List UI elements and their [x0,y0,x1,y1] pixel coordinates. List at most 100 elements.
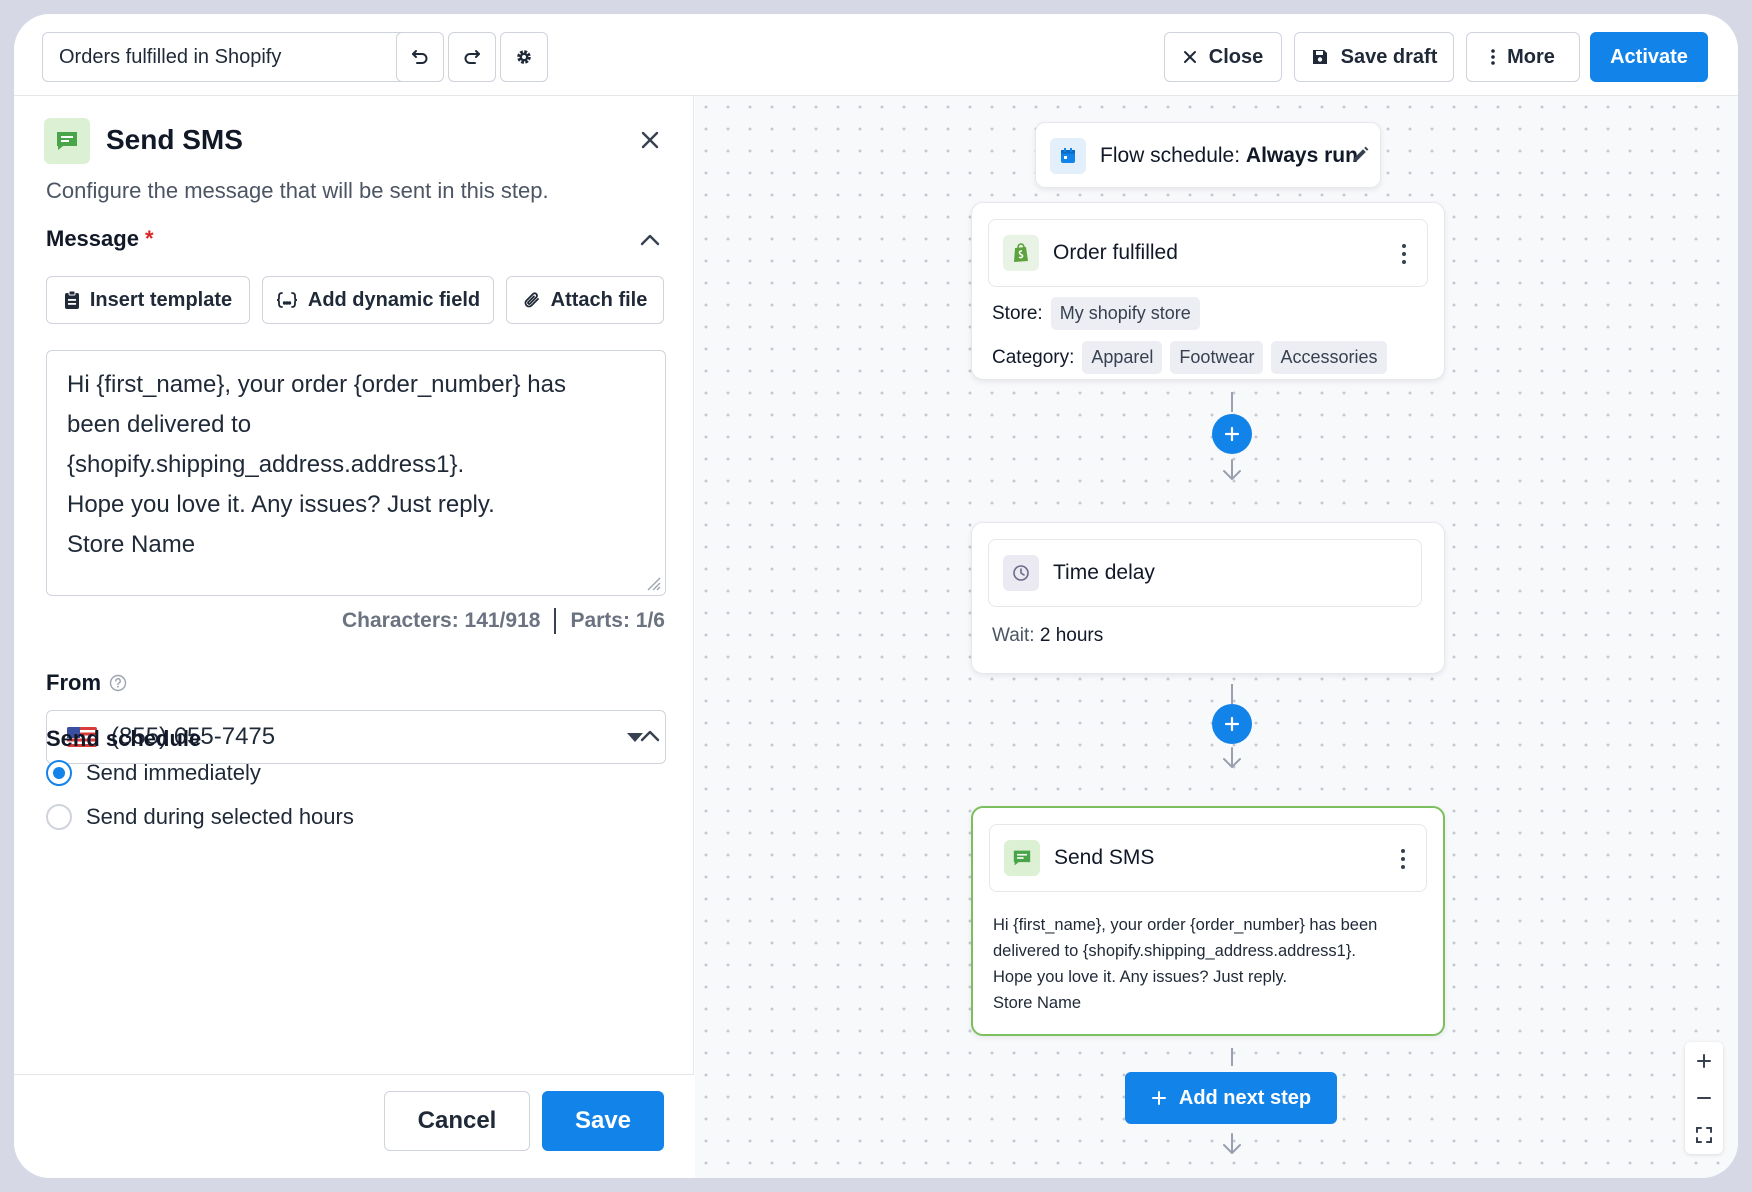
schedule-option-selected-hours[interactable]: Send during selected hours [46,804,354,830]
message-line: {shopify.shipping_address.address1}. [67,451,465,478]
pencil-icon[interactable] [1350,145,1370,165]
parts-count: Parts: 1/6 [570,609,665,632]
step-card-send-sms[interactable]: Send SMS Hi {first_name}, your order {or… [971,806,1445,1036]
time-delay-header: Time delay [988,539,1422,607]
panel-title: Send SMS [106,124,243,155]
send-schedule-title: Send schedule [46,726,202,751]
settings-button[interactable] [500,32,548,82]
from-label: From [46,670,127,696]
message-textarea[interactable]: Hi {first_name}, your order {order_numbe… [46,350,666,596]
panel-close-button[interactable] [634,124,666,156]
add-dynamic-field-button[interactable]: Add dynamic field [262,276,494,324]
category-chip: Footwear [1170,341,1264,374]
sms-icon [1004,840,1040,876]
plus-icon [1224,426,1240,442]
gear-icon [517,50,531,64]
connector-line [1231,392,1233,412]
trigger-title: Order fulfilled [1053,241,1178,264]
category-row: Category: Apparel Footwear Accessories [992,341,1387,374]
panel-footer: Cancel Save [14,1074,694,1178]
arrow-down-icon [1223,459,1241,480]
required-mark: * [144,226,154,251]
fit-view-button[interactable] [1685,1116,1723,1153]
insert-template-button[interactable]: Insert template [46,276,250,324]
counter-divider [554,608,557,634]
sms-preview-line: Hi {first_name}, your order {order_numbe… [993,916,1378,934]
sms-preview-line: Store Name [993,994,1082,1012]
more-button[interactable]: More [1466,32,1580,82]
chevron-up-icon [640,730,660,742]
cancel-button[interactable]: Cancel [384,1091,530,1151]
zoom-in-button[interactable] [1685,1042,1723,1079]
message-counter: Characters: 141/918 Parts: 1/6 [342,608,665,634]
message-collapse-button[interactable] [636,226,664,254]
store-label: Store: [992,302,1043,324]
fullscreen-icon [1696,1126,1712,1143]
zoom-controls [1685,1042,1723,1154]
clipboard-icon [64,290,79,309]
attach-file-button[interactable]: Attach file [506,276,664,324]
add-next-step-button[interactable]: Add next step [1125,1072,1337,1124]
close-flow-button[interactable]: Close [1164,32,1282,82]
add-step-button[interactable] [1212,704,1252,744]
arrow-down-icon [1223,1133,1241,1154]
character-count: Characters: 141/918 [341,609,541,632]
plus-icon [1224,716,1240,732]
redo-button[interactable] [448,32,496,82]
card-menu-icon[interactable] [1400,849,1406,869]
send-sms-header: Send SMS [989,824,1427,892]
activate-button[interactable]: Activate [1590,32,1708,82]
store-row: Store: My shopify store [992,297,1200,330]
wait-label: Wait: [992,625,1035,646]
resize-handle-icon[interactable] [645,575,661,591]
plus-icon [1697,1053,1711,1068]
zoom-out-button[interactable] [1685,1079,1723,1116]
save-draft-button[interactable]: Save draft [1294,32,1454,82]
top-bar: Orders fulfilled in Shopify Close Save d… [14,14,1738,96]
sms-preview: Hi {first_name}, your order {order_numbe… [993,912,1377,1016]
close-icon [1183,51,1196,63]
schedule-value: Always run [1245,144,1358,167]
help-icon[interactable] [109,674,127,692]
braces-icon [276,292,297,308]
sms-step-icon [44,118,90,164]
message-line: been delivered to [67,411,252,438]
attach-file-label: Attach file [550,288,648,311]
radio-selected[interactable] [46,760,72,786]
schedule-option-label: Send during selected hours [86,804,354,829]
add-step-button[interactable] [1212,414,1252,454]
more-vertical-icon [1491,49,1495,65]
store-chip: My shopify store [1050,297,1200,330]
redo-icon [464,50,480,64]
category-chip: Apparel [1082,341,1163,374]
schedule-option-label: Send immediately [86,760,261,785]
sms-preview-line: Hope you love it. Any issues? Just reply… [993,968,1288,986]
message-section-label: Message * [46,226,154,251]
save-button[interactable]: Save [542,1091,664,1151]
connector-line [1231,684,1233,704]
close-icon [641,131,659,149]
category-chip: Accessories [1271,341,1387,374]
flow-canvas[interactable]: Flow schedule: Always run Order fulfille… [695,96,1738,1178]
schedule-collapse-button[interactable] [636,722,664,750]
connector-line [1231,1048,1233,1066]
message-line: Hi {first_name}, your order {order_numbe… [67,371,566,398]
schedule-prefix: Flow schedule: [1100,144,1241,167]
step-card-time-delay[interactable]: Time delay Wait: 2 hours [971,522,1445,674]
undo-button[interactable] [396,32,444,82]
schedule-option-immediately[interactable]: Send immediately [46,760,261,786]
flow-schedule-pill[interactable]: Flow schedule: Always run [1035,122,1381,188]
card-menu-icon[interactable] [1401,244,1407,264]
trigger-card-order-fulfilled[interactable]: Order fulfilled Store: My shopify store … [971,202,1445,380]
more-label: More [1507,45,1555,68]
plus-icon [1151,1091,1166,1105]
radio-unselected[interactable] [46,804,72,830]
flow-name-input[interactable]: Orders fulfilled in Shopify [42,32,422,82]
add-next-step-label: Add next step [1178,1086,1312,1109]
wait-row: Wait: 2 hours [992,625,1103,647]
panel-subtitle: Configure the message that will be sent … [46,178,549,203]
paperclip-icon [524,292,539,308]
app-window: Orders fulfilled in Shopify Close Save d… [14,14,1738,1178]
clock-icon [1003,555,1039,591]
undo-icon [412,50,428,64]
